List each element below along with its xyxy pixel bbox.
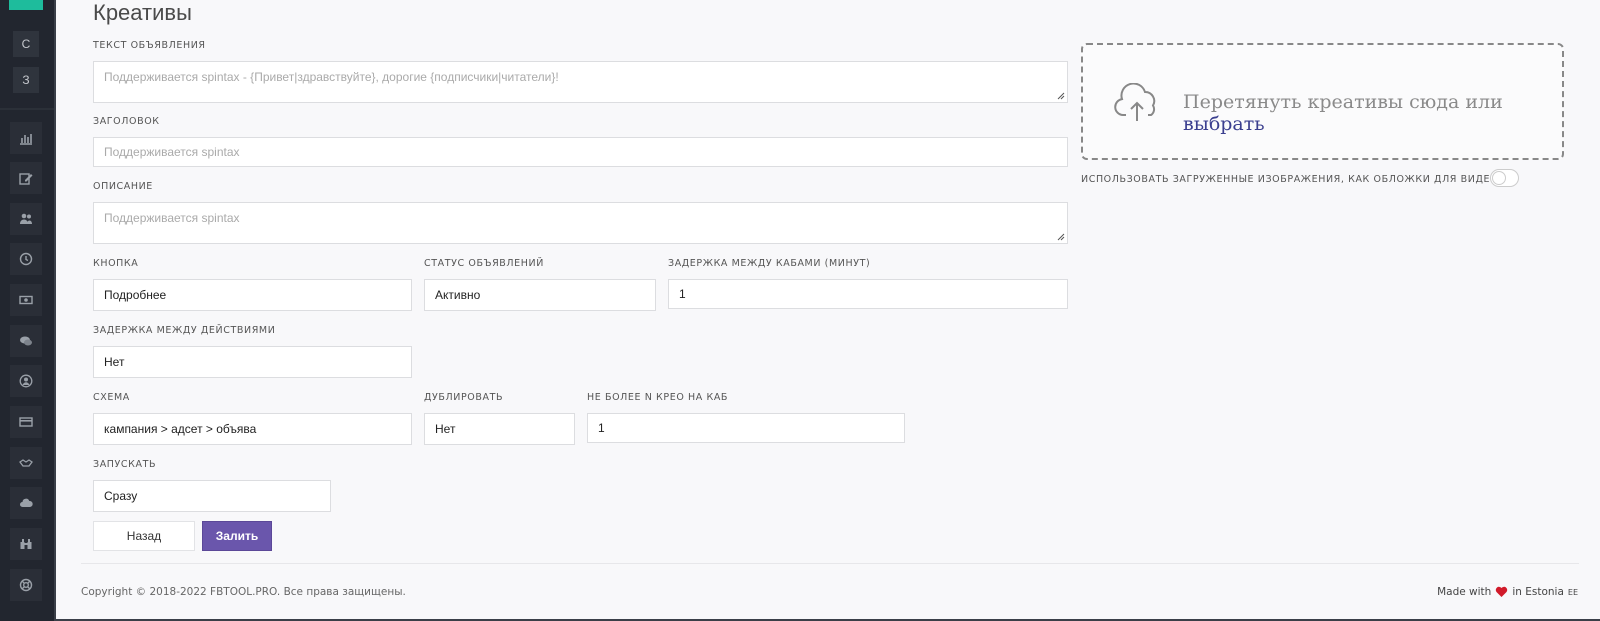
sidebar: С З [0, 0, 54, 621]
back-button[interactable]: Назад [93, 521, 195, 551]
resize-handle-icon[interactable] [1057, 92, 1065, 100]
handshake-icon [19, 459, 33, 467]
nav-support[interactable] [10, 569, 42, 601]
delay-actions-select[interactable]: Нет [93, 346, 412, 378]
chat-icon [20, 336, 32, 346]
users-icon [20, 213, 32, 224]
clock-icon [19, 252, 33, 266]
delay-actions-value: Нет [104, 355, 125, 369]
select-files-link[interactable]: выбрать [1183, 113, 1265, 135]
dropzone-prompt: Перетянуть креативы сюда или [1183, 91, 1503, 113]
cloud-icon [20, 498, 33, 507]
brand-logo[interactable] [9, 0, 43, 10]
headline-input[interactable]: Поддерживается spintax [93, 137, 1068, 167]
ad-text-placeholder: Поддерживается spintax - {Привет|здравст… [104, 70, 559, 84]
money-icon [19, 295, 33, 305]
nav-edit[interactable] [10, 162, 42, 194]
nav-chat[interactable] [10, 325, 42, 357]
delay-cabs-label: Задержка между кабами (минут) [668, 258, 871, 269]
nav-cloud[interactable] [10, 487, 42, 519]
made-with-text: Made with [1437, 586, 1492, 598]
delay-actions-label: Задержка между действиями [93, 325, 276, 336]
made-with: Made with in Estonia EE [1437, 586, 1578, 598]
credit-card-icon [19, 417, 33, 427]
creative-dropzone[interactable]: Перетянуть креативы сюда или выбрать [1081, 43, 1564, 160]
headline-placeholder: Поддерживается spintax [104, 145, 240, 159]
video-cover-toggle[interactable] [1490, 169, 1519, 187]
binoculars-icon [20, 539, 32, 549]
sidebar-edge [54, 0, 56, 621]
scheme-value: кампания > адсет > объява [104, 422, 257, 436]
headline-label: Заголовок [93, 116, 160, 127]
duplicate-select[interactable]: Нет [424, 413, 575, 445]
nav-profile[interactable] [10, 365, 42, 397]
launch-label: Запускать [93, 459, 157, 470]
heart-icon [1496, 586, 1508, 597]
edit-icon [19, 173, 33, 185]
nav-spy[interactable] [10, 528, 42, 560]
max-creos-input[interactable]: 1 [587, 413, 905, 443]
scheme-select[interactable]: кампания > адсет > объява [93, 413, 412, 445]
duplicate-label: Дублировать [424, 392, 504, 403]
duplicate-value: Нет [435, 422, 456, 436]
nav-billing[interactable] [10, 406, 42, 438]
nav-clock[interactable] [10, 243, 42, 275]
description-placeholder: Поддерживается spintax [104, 211, 240, 225]
video-cover-toggle-label: ИСПОЛЬЗОВАТЬ ЗАГРУЖЕННЫЕ ИЗОБРАЖЕНИЯ, КА… [1081, 174, 1504, 185]
ad-status-label: Статус объявлений [424, 258, 544, 269]
page-title: Креативы [93, 0, 192, 25]
cta-button-select[interactable]: Подробнее [93, 279, 412, 311]
copyright-text: Copyright © 2018-2022 FBTOOL.PRO. Все пр… [81, 586, 406, 598]
sidebar-letter-c[interactable]: С [13, 31, 39, 57]
cloud-upload-icon [1114, 83, 1156, 121]
nav-money[interactable] [10, 284, 42, 316]
button-label: Кнопка [93, 258, 139, 269]
sidebar-letter-z[interactable]: З [13, 67, 39, 93]
user-circle-icon [19, 374, 33, 388]
lifebuoy-icon [19, 578, 33, 592]
nav-stats[interactable] [10, 122, 42, 154]
ad-text-label: Текст объявления [93, 40, 206, 51]
delay-cabs-value: 1 [679, 287, 686, 301]
ad-status-select[interactable]: Активно [424, 279, 656, 311]
ad-status-value: Активно [435, 288, 481, 302]
toggle-knob [1492, 171, 1506, 185]
submit-button[interactable]: Залить [202, 521, 272, 551]
description-label: Описание [93, 181, 153, 192]
cta-button-value: Подробнее [104, 288, 167, 302]
bar-chart-icon [20, 134, 32, 145]
sidebar-divider [0, 108, 54, 110]
launch-value: Сразу [104, 489, 138, 503]
ad-text-input[interactable]: Поддерживается spintax - {Привет|здравст… [93, 61, 1068, 103]
max-creos-value: 1 [598, 421, 605, 435]
max-creos-label: Не более N крео на каб [587, 392, 729, 403]
launch-select[interactable]: Сразу [93, 480, 331, 512]
footer-divider [81, 563, 1579, 564]
dropzone-text: Перетянуть креативы сюда или выбрать [1183, 91, 1562, 135]
made-in-text: in Estonia [1512, 586, 1564, 598]
nav-partners[interactable] [10, 447, 42, 479]
scheme-label: Схема [93, 392, 130, 403]
resize-handle-icon[interactable] [1057, 233, 1065, 241]
description-input[interactable]: Поддерживается spintax [93, 202, 1068, 244]
country-code: EE [1567, 587, 1578, 597]
nav-users[interactable] [10, 203, 42, 235]
delay-cabs-input[interactable]: 1 [668, 279, 1068, 309]
